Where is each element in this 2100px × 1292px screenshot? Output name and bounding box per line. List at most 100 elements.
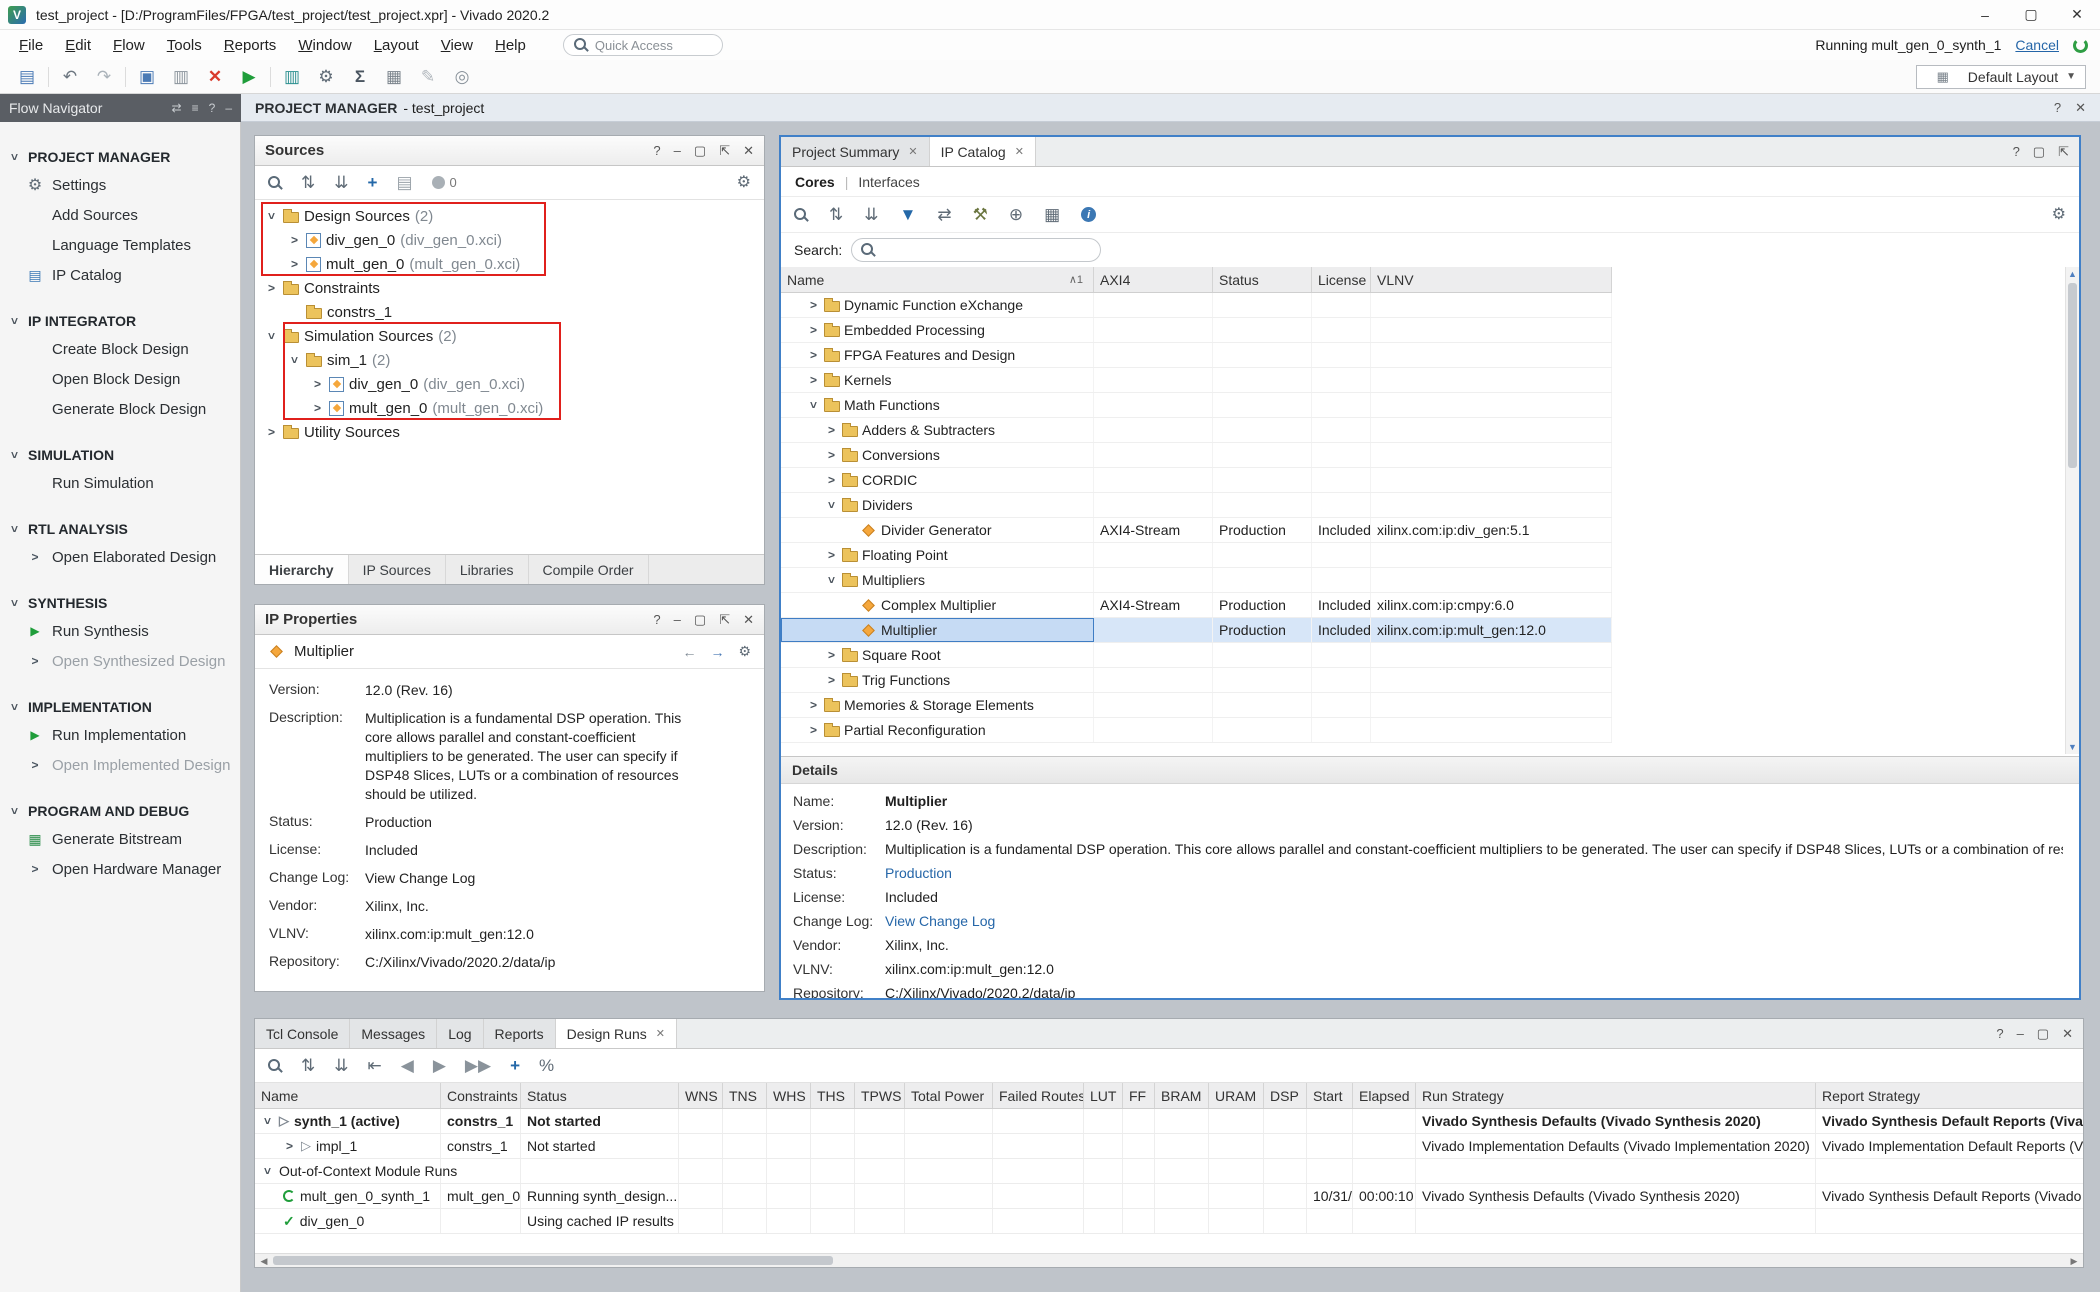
close-icon[interactable]: ✕ — [2062, 1026, 2073, 1042]
tree-row[interactable]: >Design Sources(2) — [255, 204, 764, 228]
layout-selector[interactable]: ▦ Default Layout ▼ — [1916, 65, 2086, 89]
chevron-icon[interactable]: > — [311, 377, 324, 391]
save-icon[interactable]: ▤ — [10, 68, 44, 85]
column-header-report-strategy[interactable]: Report Strategy — [1816, 1083, 2084, 1108]
search-icon[interactable] — [268, 176, 282, 190]
chevron-icon[interactable]: > — [807, 348, 820, 362]
flow-item-run-implementation[interactable]: ▶Run Implementation — [0, 720, 240, 750]
grid-icon[interactable]: ▦ — [1044, 206, 1060, 223]
info-icon[interactable]: i — [1081, 207, 1096, 222]
chevron-icon[interactable]: > — [288, 354, 302, 367]
column-header-ff[interactable]: FF — [1123, 1083, 1155, 1108]
tab-messages[interactable]: Messages — [350, 1019, 437, 1048]
gear-icon[interactable]: ⚙ — [2052, 207, 2066, 223]
catalog-row[interactable]: >Adders & Subtracters — [781, 418, 1612, 443]
column-header-failed-routes[interactable]: Failed Routes — [993, 1083, 1084, 1108]
column-header-run-strategy[interactable]: Run Strategy — [1416, 1083, 1816, 1108]
tab-compile-order[interactable]: Compile Order — [529, 555, 649, 584]
column-header-total-power[interactable]: Total Power — [905, 1083, 993, 1108]
tree-row[interactable]: >mult_gen_0(mult_gen_0.xci) — [255, 252, 764, 276]
percent-icon[interactable]: % — [539, 1057, 554, 1074]
undo-icon[interactable]: ↶ — [53, 68, 87, 85]
menu-window[interactable]: Window — [287, 37, 362, 54]
search-icon[interactable] — [794, 208, 808, 222]
help-icon[interactable]: ? — [2013, 144, 2020, 159]
column-header-name[interactable]: Name∧1 — [781, 267, 1094, 292]
column-header-vlnv[interactable]: VLNV — [1371, 267, 1612, 292]
expand-all-icon[interactable]: ⇊ — [334, 1057, 348, 1074]
help-icon[interactable]: ? — [653, 143, 660, 158]
menu-edit[interactable]: Edit — [54, 37, 102, 54]
flow-item-open-hardware-manager[interactable]: >Open Hardware Manager — [0, 854, 240, 884]
chevron-icon[interactable]: > — [825, 499, 839, 512]
flow-item-settings[interactable]: ⚙Settings — [0, 170, 240, 200]
flow-item-create-block-design[interactable]: Create Block Design — [0, 334, 240, 364]
flow-section-rtl-analysis[interactable]: >RTL ANALYSIS — [0, 516, 240, 542]
close-icon[interactable]: ✕ — [656, 1027, 665, 1040]
flow-item-open-elaborated-design[interactable]: >Open Elaborated Design — [0, 542, 240, 572]
float-icon[interactable]: ⇱ — [2058, 144, 2069, 160]
transfer-icon[interactable]: ⇄ — [937, 206, 951, 223]
flow-section-ip-integrator[interactable]: >IP INTEGRATOR — [0, 308, 240, 334]
scrollbar-thumb[interactable] — [2068, 283, 2077, 468]
chevron-icon[interactable]: > — [265, 281, 278, 295]
flow-item-ip-catalog[interactable]: ▤IP Catalog — [0, 260, 240, 290]
maximize-icon[interactable]: ▢ — [2033, 144, 2045, 160]
tab-ip-sources[interactable]: IP Sources — [349, 555, 446, 584]
tab-libraries[interactable]: Libraries — [446, 555, 529, 584]
search-icon[interactable] — [268, 1059, 282, 1073]
column-header-name[interactable]: Name — [255, 1083, 441, 1108]
tree-row[interactable]: >Constraints — [255, 276, 764, 300]
sum-icon[interactable]: Σ — [343, 68, 377, 85]
flow-item-open-implemented-design[interactable]: >Open Implemented Design — [0, 750, 240, 780]
scroll-left-icon[interactable]: ◀ — [257, 1254, 271, 1268]
catalog-row[interactable]: >Math Functions — [781, 393, 1612, 418]
paste-icon[interactable]: ▥ — [164, 68, 198, 85]
tab-design-runs[interactable]: Design Runs✕ — [556, 1019, 677, 1048]
chevron-icon[interactable]: > — [265, 425, 278, 439]
catalog-row[interactable]: >Memories & Storage Elements — [781, 693, 1612, 718]
column-header-bram[interactable]: BRAM — [1155, 1083, 1209, 1108]
detail-link[interactable]: View Change Log — [885, 913, 995, 929]
maximize-icon[interactable]: ▢ — [694, 612, 706, 628]
collapse-all-icon[interactable]: ⇅ — [301, 174, 315, 191]
help-icon[interactable]: ? — [1996, 1026, 2003, 1041]
property-link[interactable]: Production — [365, 813, 432, 832]
chevron-icon[interactable]: > — [311, 401, 324, 415]
catalog-row[interactable]: >Partial Reconfiguration — [781, 718, 1612, 743]
chevron-icon[interactable]: > — [807, 698, 820, 712]
column-header-start[interactable]: Start — [1307, 1083, 1353, 1108]
chevron-icon[interactable]: > — [288, 257, 301, 271]
ip-search-box[interactable] — [851, 238, 1101, 262]
tree-row[interactable]: >Simulation Sources(2) — [255, 324, 764, 348]
flow-item-open-synthesized-design[interactable]: >Open Synthesized Design — [0, 646, 240, 676]
play-icon[interactable]: ▶ — [433, 1057, 446, 1074]
menu-reports[interactable]: Reports — [213, 37, 288, 54]
flow-section-simulation[interactable]: >SIMULATION — [0, 442, 240, 468]
edit-icon[interactable]: ✎ — [411, 68, 445, 85]
catalog-row[interactable]: >Kernels — [781, 368, 1612, 393]
detail-link[interactable]: Production — [885, 865, 952, 881]
flow-section-implementation[interactable]: >IMPLEMENTATION — [0, 694, 240, 720]
redo-icon[interactable]: ↷ — [87, 68, 121, 85]
probe-icon[interactable]: ◎ — [445, 68, 479, 85]
close-icon[interactable]: ✕ — [743, 143, 754, 159]
forward-arrow-icon[interactable]: → — [710, 644, 724, 660]
catalog-row[interactable]: >Multipliers — [781, 568, 1612, 593]
gear-icon[interactable]: ⚙ — [737, 175, 751, 191]
back-icon[interactable]: ◀ — [401, 1057, 414, 1074]
scroll-right-icon[interactable]: ▶ — [2067, 1254, 2081, 1268]
add-sources-icon[interactable]: + — [368, 174, 378, 191]
tree-row[interactable]: >div_gen_0(div_gen_0.xci) — [255, 228, 764, 252]
column-header-elapsed[interactable]: Elapsed — [1353, 1083, 1416, 1108]
flow-item-generate-bitstream[interactable]: ▦Generate Bitstream — [0, 824, 240, 854]
minimize-icon[interactable]: – — [674, 612, 681, 627]
run-row[interactable]: >▷impl_1constrs_1Not startedVivado Imple… — [255, 1134, 2084, 1159]
chevron-icon[interactable]: > — [265, 330, 279, 343]
close-button[interactable]: ✕ — [2054, 0, 2100, 29]
property-link[interactable]: View Change Log — [365, 869, 475, 888]
chevron-icon[interactable]: > — [825, 423, 838, 437]
file-icon[interactable]: ▤ — [396, 174, 412, 191]
tree-row[interactable]: >Utility Sources — [255, 420, 764, 444]
chevron-icon[interactable]: > — [825, 473, 838, 487]
